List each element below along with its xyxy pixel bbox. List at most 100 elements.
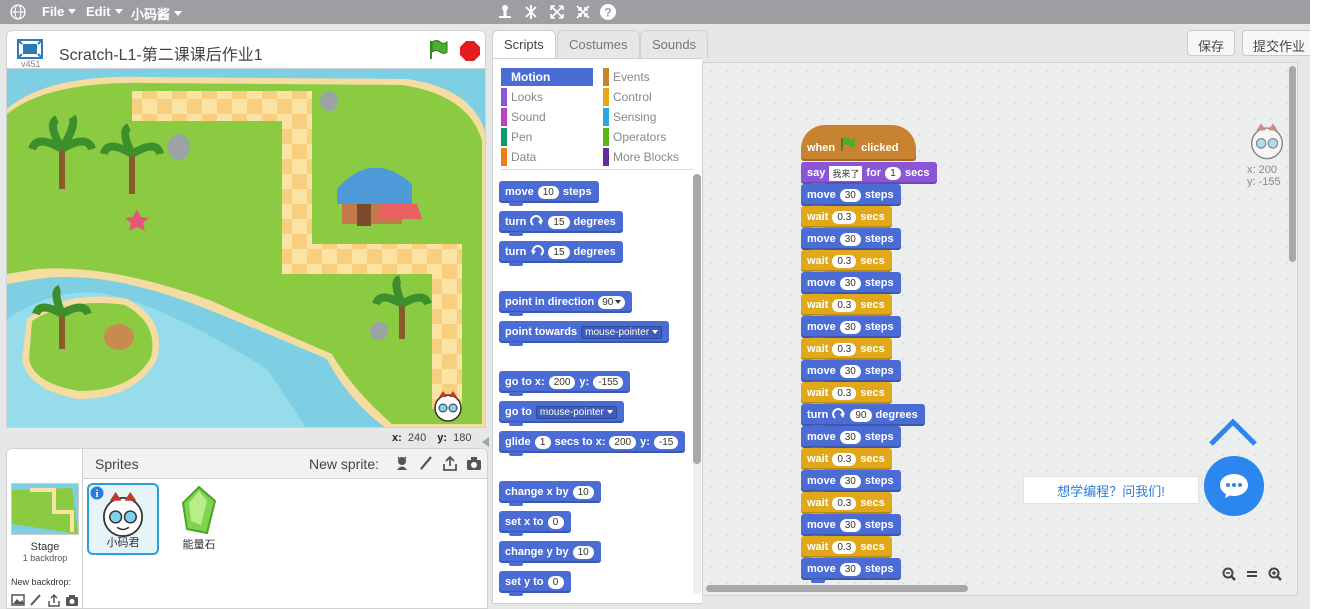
- block-move[interactable]: move 30 steps: [801, 426, 901, 451]
- category-data[interactable]: Data: [501, 148, 593, 166]
- duplicate-icon[interactable]: [495, 2, 515, 22]
- block-change-y[interactable]: change y by 10: [499, 541, 601, 566]
- block-wait[interactable]: wait 0.3 secs: [801, 492, 892, 517]
- block-input[interactable]: 我来了: [829, 165, 863, 181]
- block-input[interactable]: 1: [534, 435, 551, 449]
- delete-icon[interactable]: [521, 2, 541, 22]
- tab-costumes[interactable]: Costumes: [557, 30, 640, 58]
- block-input[interactable]: 30: [839, 232, 861, 246]
- project-title[interactable]: Scratch-L1-第二课课后作业1: [59, 41, 263, 65]
- block-turn-ccw[interactable]: turn 15 degrees: [499, 241, 623, 266]
- backdrop-camera-icon[interactable]: [65, 593, 79, 608]
- block-go-to[interactable]: go to mouse-pointer: [499, 401, 624, 426]
- chat-button[interactable]: [1204, 456, 1264, 516]
- block-wait[interactable]: wait 0.3 secs: [801, 250, 892, 275]
- shrink-icon[interactable]: [573, 2, 593, 22]
- zoom-reset-icon[interactable]: [1243, 565, 1261, 583]
- edit-menu[interactable]: Edit: [86, 4, 123, 19]
- block-input[interactable]: -155: [593, 375, 624, 389]
- block-move[interactable]: move 30 steps: [801, 184, 901, 209]
- file-menu[interactable]: File: [42, 4, 77, 19]
- block-input[interactable]: 0.3: [832, 452, 857, 466]
- sprite-tile-nengliangshi[interactable]: 能量石: [163, 483, 235, 555]
- scripts-area[interactable]: when clicked say 我来了 for 1 secs move 30 steps w…: [702, 62, 1298, 596]
- block-input[interactable]: 0.3: [832, 210, 857, 224]
- block-input[interactable]: 0.3: [832, 540, 857, 554]
- category-operators[interactable]: Operators: [603, 128, 695, 146]
- palette-scrollbar[interactable]: [693, 174, 701, 594]
- block-move[interactable]: move 30 steps: [801, 360, 901, 385]
- block-move[interactable]: move 30 steps: [801, 316, 901, 341]
- block-turn-cw[interactable]: turn 15 degrees: [499, 211, 623, 236]
- block-turn[interactable]: turn 90 degrees: [801, 404, 925, 429]
- block-input[interactable]: -15: [653, 435, 679, 449]
- block-input[interactable]: 90: [850, 408, 872, 422]
- help-icon[interactable]: ?: [598, 2, 618, 22]
- tab-sounds[interactable]: Sounds: [640, 30, 709, 58]
- block-input[interactable]: 0: [547, 515, 564, 529]
- block-input[interactable]: 200: [609, 435, 637, 449]
- chat-prompt[interactable]: 想学编程？问我们!: [1023, 476, 1199, 504]
- block-input[interactable]: 0.3: [832, 496, 857, 510]
- block-when-flag-clicked[interactable]: when clicked: [801, 125, 916, 161]
- category-sensing[interactable]: Sensing: [603, 108, 695, 126]
- save-button[interactable]: 保存: [1187, 30, 1236, 56]
- block-wait[interactable]: wait 0.3 secs: [801, 536, 892, 561]
- block-dropdown[interactable]: 90: [598, 295, 626, 309]
- stage-canvas[interactable]: [6, 68, 486, 428]
- block-input[interactable]: 30: [839, 276, 861, 290]
- block-wait[interactable]: wait 0.3 secs: [801, 294, 892, 319]
- block-input[interactable]: 15: [548, 215, 570, 229]
- block-input[interactable]: 30: [839, 562, 861, 576]
- backdrop-library-icon[interactable]: [11, 593, 25, 608]
- block-glide[interactable]: glide 1 secs to x: 200 y: -15: [499, 431, 686, 456]
- block-wait[interactable]: wait 0.3 secs: [801, 206, 892, 231]
- block-input[interactable]: 1: [885, 166, 902, 180]
- block-input[interactable]: 30: [839, 364, 861, 378]
- zoom-out-icon[interactable]: [1220, 565, 1238, 583]
- palette-scrollbar-thumb[interactable]: [693, 174, 701, 464]
- paint-sprite-icon[interactable]: [417, 454, 435, 472]
- block-input[interactable]: 30: [839, 188, 861, 202]
- block-input[interactable]: 10: [572, 485, 594, 499]
- green-flag-icon[interactable]: [427, 39, 449, 66]
- sprite-xiaomajun-on-stage[interactable]: [431, 389, 465, 427]
- grow-icon[interactable]: [547, 2, 567, 22]
- category-events[interactable]: Events: [603, 68, 695, 86]
- stop-icon[interactable]: [459, 40, 481, 67]
- backdrop-paint-icon[interactable]: [29, 593, 43, 608]
- block-input[interactable]: 0.3: [832, 386, 857, 400]
- block-move[interactable]: move 30 steps: [801, 228, 901, 253]
- block-move[interactable]: move 10 steps: [499, 181, 599, 206]
- block-input[interactable]: 15: [548, 245, 570, 259]
- block-input[interactable]: 10: [572, 545, 594, 559]
- block-move[interactable]: move 30 steps: [801, 470, 901, 495]
- block-input[interactable]: 10: [537, 185, 559, 199]
- block-dropdown[interactable]: mouse-pointer: [581, 325, 663, 339]
- globe-icon[interactable]: [8, 2, 28, 22]
- block-wait[interactable]: wait 0.3 secs: [801, 338, 892, 363]
- block-input[interactable]: 0: [547, 575, 564, 589]
- block-set-y[interactable]: set y to 0: [499, 571, 571, 596]
- block-input[interactable]: 200: [548, 375, 576, 389]
- stage-selector[interactable]: Stage 1 backdrop New backdrop:: [7, 449, 83, 608]
- block-change-x[interactable]: change x by 10: [499, 481, 601, 506]
- sprite-tile-xiaomajun[interactable]: i 小码君: [87, 483, 159, 555]
- user-menu[interactable]: 小码酱: [131, 4, 183, 23]
- scripts-horizontal-scrollbar[interactable]: [706, 585, 968, 592]
- upload-sprite-icon[interactable]: [441, 454, 459, 472]
- block-wait[interactable]: wait 0.3 secs: [801, 382, 892, 407]
- category-pen[interactable]: Pen: [501, 128, 593, 146]
- submit-homework-button[interactable]: 提交作业: [1242, 30, 1317, 56]
- scripts-vertical-scrollbar[interactable]: [1289, 66, 1296, 262]
- block-wait[interactable]: wait 0.3 secs: [801, 448, 892, 473]
- scroll-to-top-icon[interactable]: [1208, 418, 1258, 448]
- sprite-library-icon[interactable]: [393, 454, 411, 472]
- block-input[interactable]: 0.3: [832, 298, 857, 312]
- block-move[interactable]: move 30 steps: [801, 558, 901, 583]
- tab-scripts[interactable]: Scripts: [492, 30, 556, 60]
- block-input[interactable]: 30: [839, 320, 861, 334]
- category-looks[interactable]: Looks: [501, 88, 593, 106]
- block-input[interactable]: 0.3: [832, 254, 857, 268]
- stage-thumbnail[interactable]: [11, 483, 79, 535]
